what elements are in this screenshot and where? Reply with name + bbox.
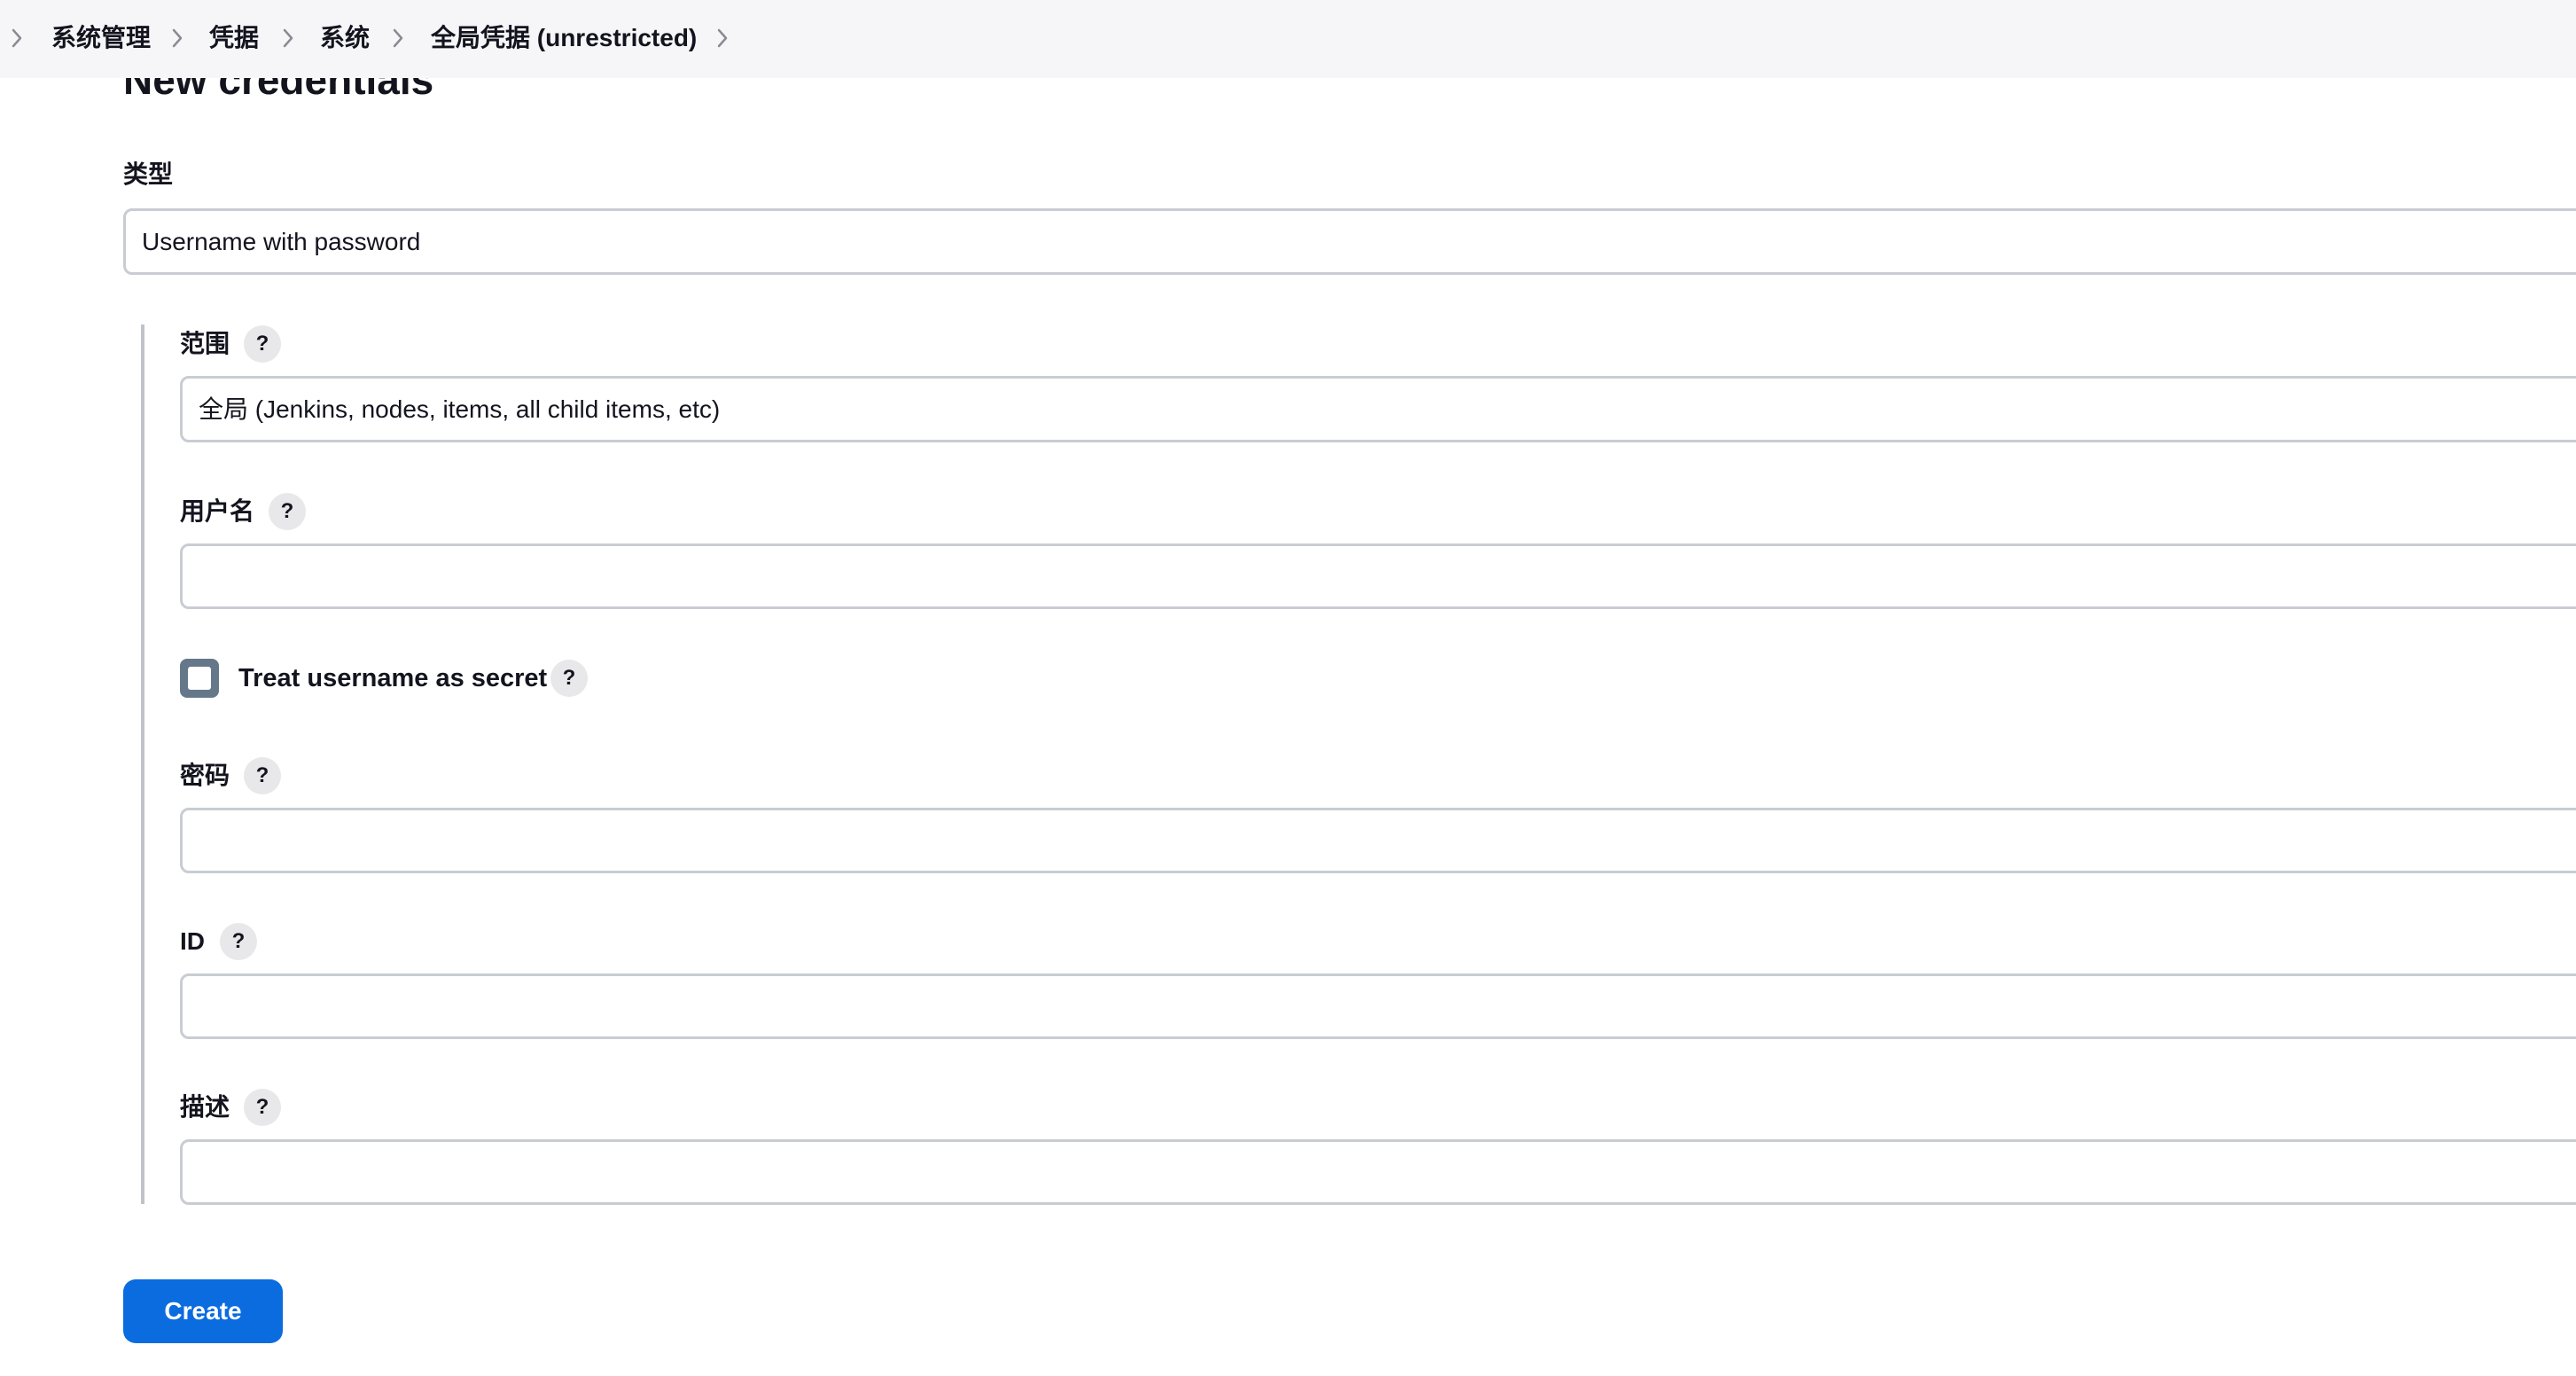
- treat-username-secret-checkbox[interactable]: [180, 659, 219, 698]
- chevron-right-icon: [392, 27, 404, 49]
- username-label: 用户名: [180, 497, 255, 525]
- breadcrumb-item-credentials[interactable]: 凭据: [209, 20, 259, 57]
- breadcrumb-item-global-credentials[interactable]: 全局凭据 (unrestricted): [431, 20, 697, 57]
- breadcrumb-item-manage[interactable]: 系统管理: [51, 20, 151, 57]
- chevron-right-icon: [11, 27, 23, 49]
- help-icon[interactable]: ?: [220, 923, 257, 960]
- username-input[interactable]: [180, 543, 2576, 609]
- scope-select[interactable]: 全局 (Jenkins, nodes, items, all child ite…: [180, 376, 2576, 442]
- description-input[interactable]: [180, 1139, 2576, 1205]
- chevron-right-icon[interactable]: [716, 27, 729, 49]
- help-icon[interactable]: ?: [269, 493, 306, 530]
- kind-select[interactable]: Username with password: [123, 208, 2576, 275]
- description-label: 描述: [180, 1093, 230, 1121]
- treat-username-secret-label[interactable]: Treat username as secret: [238, 661, 547, 696]
- chevron-right-icon: [171, 27, 183, 49]
- kind-label: 类型: [123, 160, 174, 188]
- password-label: 密码: [180, 762, 230, 789]
- password-input[interactable]: [180, 808, 2576, 873]
- breadcrumb: 系统管理 凭据 系统 全局凭据 (unrestricted): [0, 0, 2576, 78]
- help-icon[interactable]: ?: [244, 1089, 281, 1126]
- create-button[interactable]: Create: [123, 1279, 283, 1343]
- scope-label: 范围: [180, 330, 230, 357]
- help-icon[interactable]: ?: [244, 757, 281, 794]
- id-label: ID: [180, 927, 205, 955]
- help-icon[interactable]: ?: [244, 325, 281, 363]
- breadcrumb-item-system[interactable]: 系统: [320, 20, 370, 57]
- chevron-right-icon: [282, 27, 294, 49]
- help-icon[interactable]: ?: [550, 660, 588, 697]
- id-input[interactable]: [180, 973, 2576, 1039]
- section-divider: [141, 324, 144, 1204]
